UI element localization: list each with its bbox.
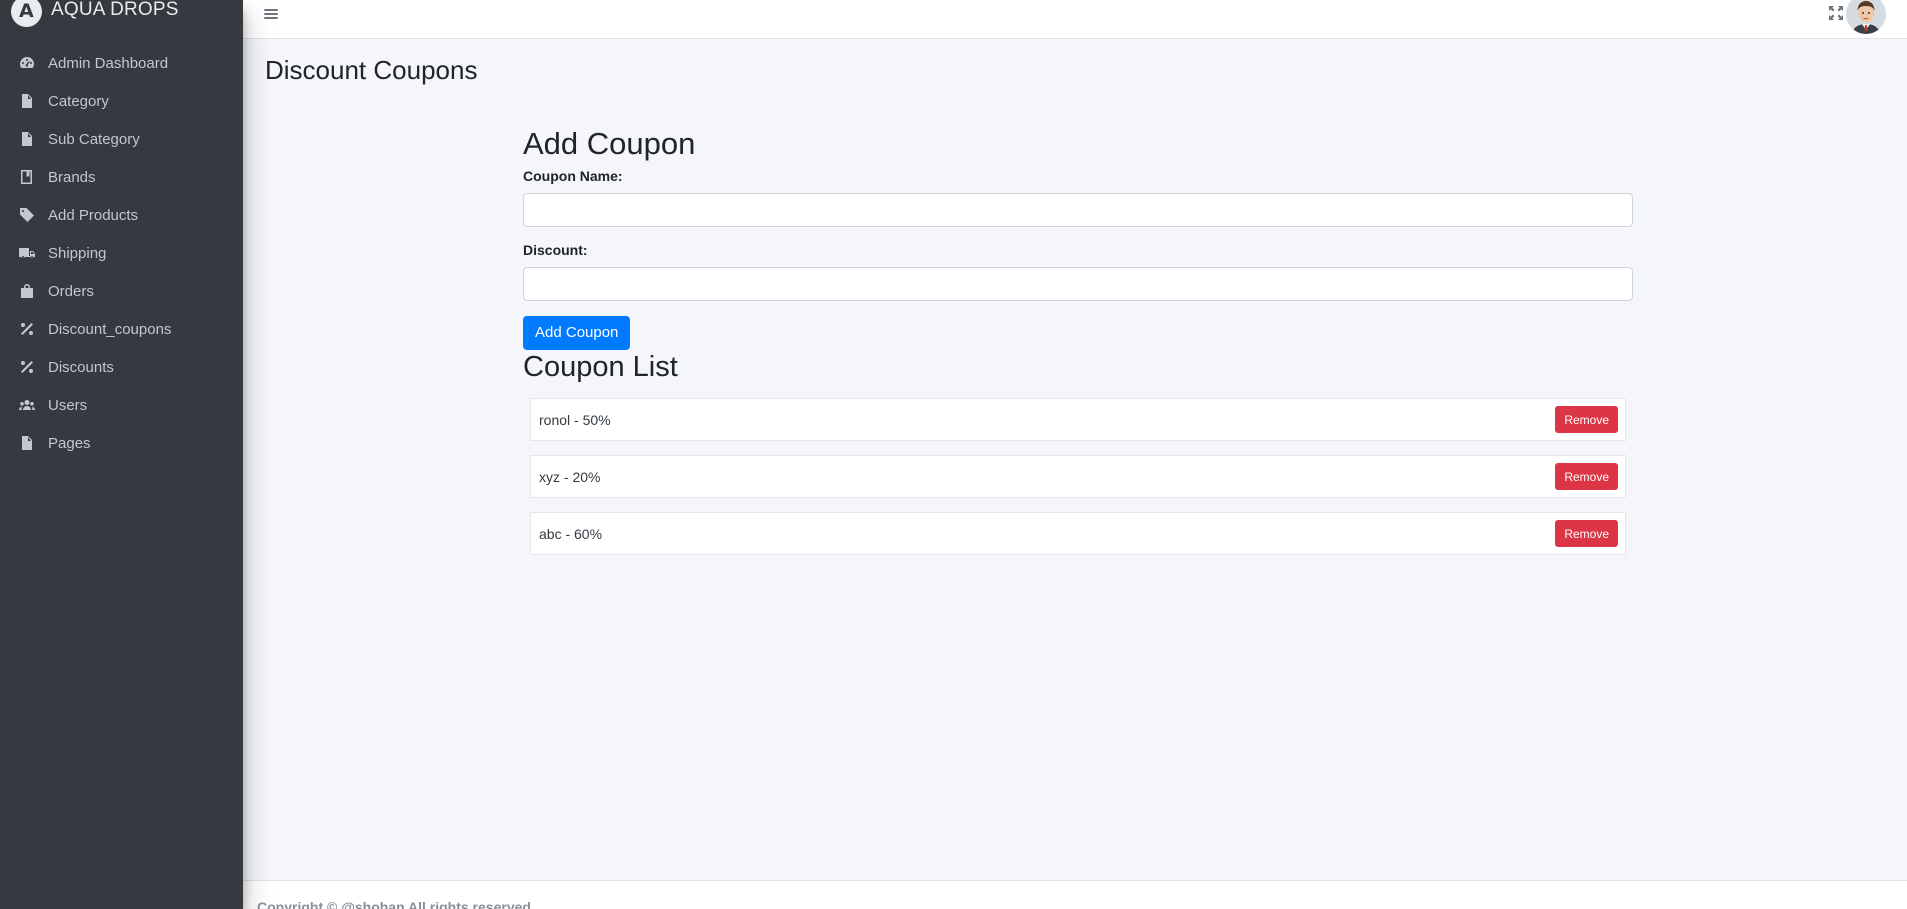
discount-group: Discount: [523, 242, 1633, 301]
page-title: Discount Coupons [265, 55, 478, 85]
file-icon [18, 92, 36, 110]
coupon-name-label: Coupon Name: [523, 168, 623, 184]
add-coupon-heading: Add Coupon [523, 126, 696, 161]
remove-button[interactable]: Remove [1555, 463, 1618, 490]
tag-icon [18, 206, 36, 224]
coupon-item-text: ronol - 50% [539, 411, 611, 428]
sidebar: A AQUA DROPS Admin Dashboard Category Su… [0, 0, 243, 909]
sidebar-item-add-products[interactable]: Add Products [0, 196, 243, 234]
coupon-content: Add Coupon Coupon Name: Discount: Add Co… [523, 126, 1633, 569]
sidebar-item-label: Brands [48, 168, 96, 186]
discount-label: Discount: [523, 242, 588, 258]
add-coupon-button[interactable]: Add Coupon [523, 316, 631, 350]
brand-logo: A [11, 0, 42, 27]
sidebar-item-users[interactable]: Users [0, 386, 243, 424]
user-avatar[interactable] [1846, 0, 1886, 34]
sidebar-nav: Admin Dashboard Category Sub Category Br… [0, 44, 243, 462]
coupon-list-item: xyz - 20% Remove [530, 455, 1626, 498]
sidebar-item-discounts[interactable]: Discounts [0, 348, 243, 386]
file-icon [18, 130, 36, 148]
shopping-bag-icon [18, 282, 36, 300]
sidebar-item-brands[interactable]: Brands [0, 158, 243, 196]
coupon-item-text: xyz - 20% [539, 468, 601, 485]
sidebar-item-label: Orders [48, 282, 94, 300]
coupon-list-item: ronol - 50% Remove [530, 398, 1626, 441]
coupon-list: ronol - 50% Remove xyz - 20% Remove abc … [530, 398, 1626, 555]
sidebar-item-label: Discounts [48, 358, 114, 376]
brand-name: AQUA DROPS [51, 0, 179, 20]
sidebar-item-category[interactable]: Category [0, 82, 243, 120]
sidebar-item-label: Add Products [48, 206, 139, 224]
coupon-name-input[interactable] [523, 193, 1633, 227]
brand-logo-letter: A [19, 0, 34, 22]
footer-copyright: Copyright © @shohan All rights reserved [257, 899, 531, 909]
sidebar-item-label: Category [48, 92, 109, 110]
truck-icon [18, 244, 36, 262]
expand-icon[interactable] [1829, 6, 1843, 20]
sidebar-item-admin-dashboard[interactable]: Admin Dashboard [0, 44, 243, 82]
remove-button[interactable]: Remove [1555, 520, 1618, 547]
sidebar-item-shipping[interactable]: Shipping [0, 234, 243, 272]
sidebar-item-label: Discount_coupons [48, 320, 172, 338]
sidebar-item-label: Admin Dashboard [48, 54, 169, 72]
sidebar-item-label: Pages [48, 434, 91, 452]
file-icon [18, 434, 36, 452]
percent-icon [18, 320, 36, 338]
coupon-name-group: Coupon Name: [523, 168, 1633, 227]
sidebar-item-orders[interactable]: Orders [0, 272, 243, 310]
book-icon [18, 168, 36, 186]
coupon-list-item: abc - 60% Remove [530, 512, 1626, 555]
sidebar-item-label: Sub Category [48, 130, 140, 148]
sidebar-item-pages[interactable]: Pages [0, 424, 243, 462]
footer: Copyright © @shohan All rights reserved [243, 880, 1907, 909]
sidebar-item-discount-coupons[interactable]: Discount_coupons [0, 310, 243, 348]
hamburger-icon[interactable] [263, 6, 279, 22]
sidebar-item-label: Users [48, 396, 88, 414]
top-navbar [243, 0, 1907, 39]
discount-input[interactable] [523, 267, 1633, 301]
sidebar-item-label: Shipping [48, 244, 107, 262]
brand-link[interactable]: A AQUA DROPS [0, 0, 243, 28]
percent-icon [18, 358, 36, 376]
remove-button[interactable]: Remove [1555, 406, 1618, 433]
coupon-list-heading: Coupon List [523, 351, 678, 383]
users-icon [18, 396, 36, 414]
coupon-item-text: abc - 60% [539, 525, 603, 542]
sidebar-item-sub-category[interactable]: Sub Category [0, 120, 243, 158]
dashboard-icon [18, 54, 36, 72]
